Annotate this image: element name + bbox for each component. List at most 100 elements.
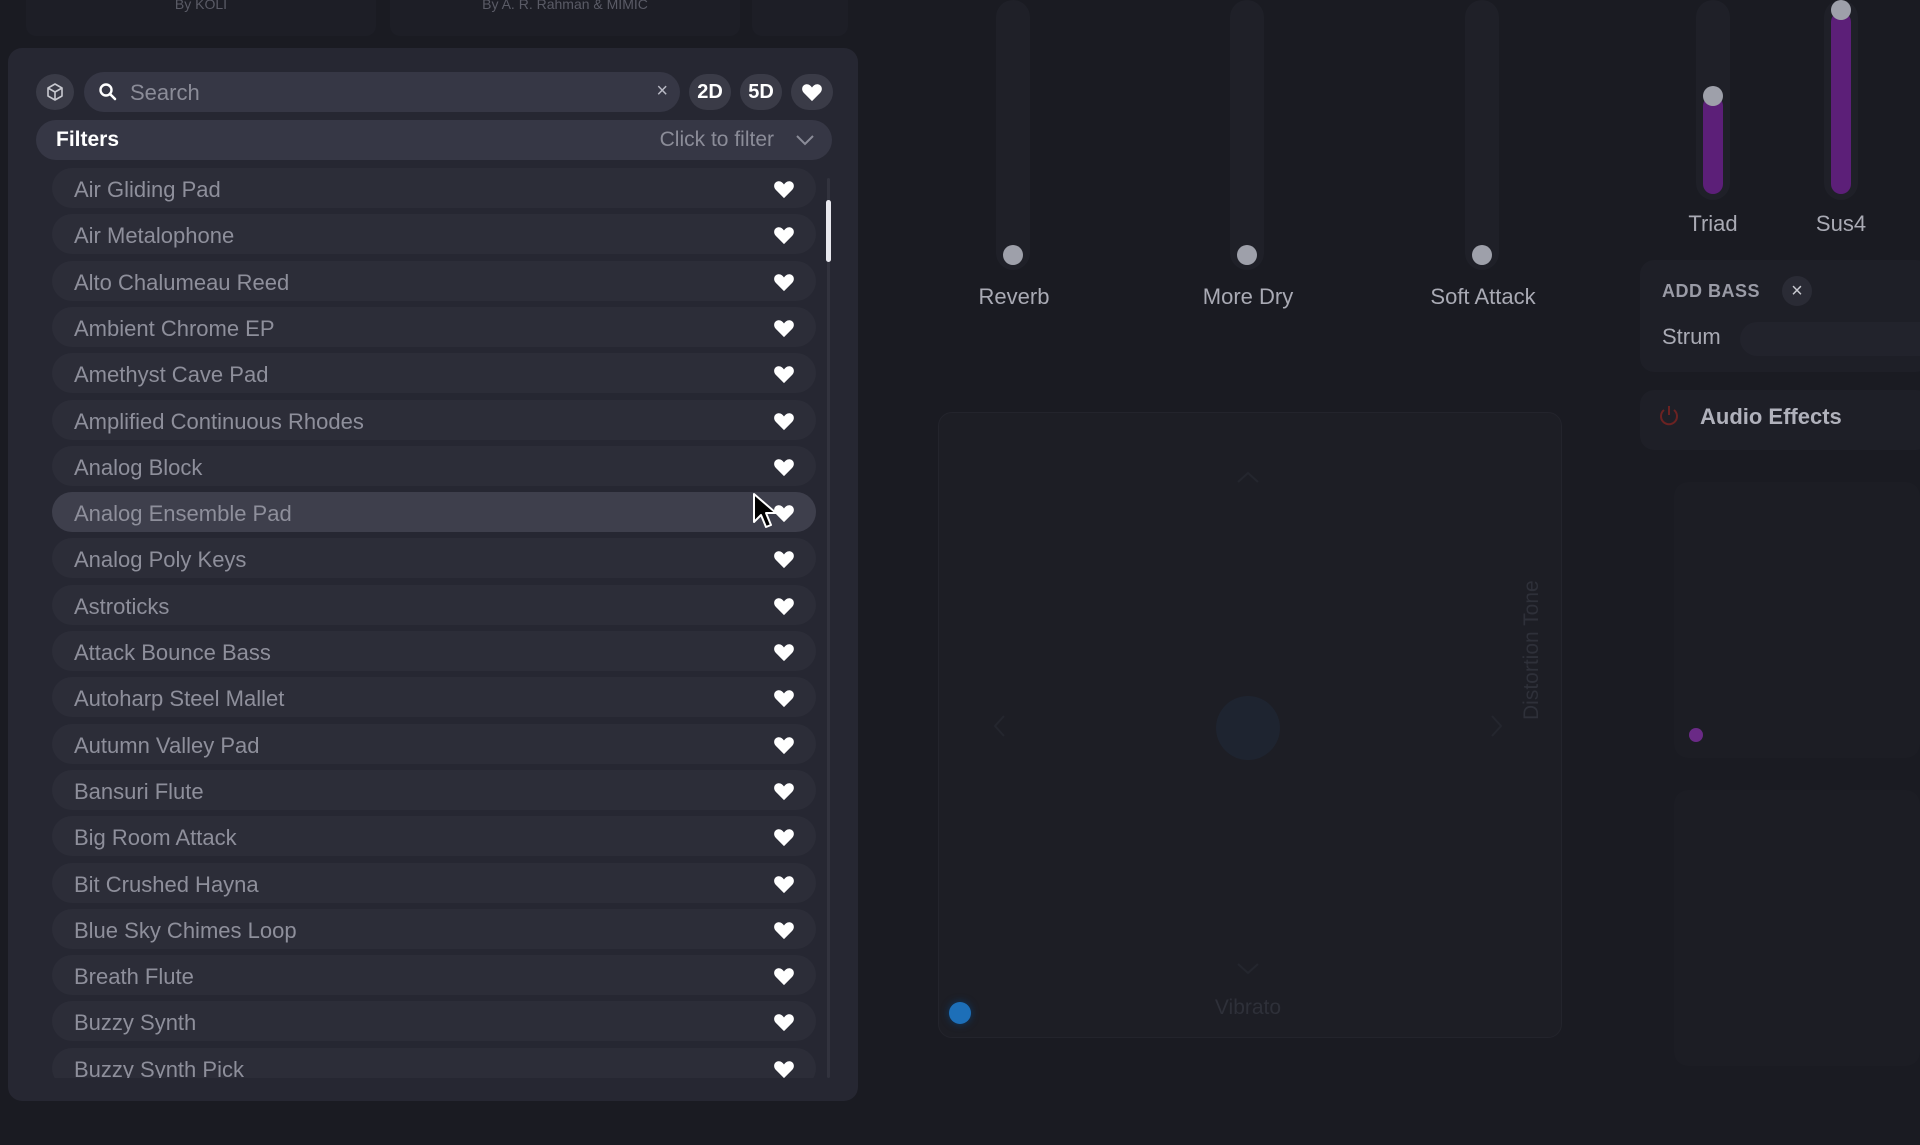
more-dry-slider-knob[interactable] bbox=[1237, 245, 1257, 265]
favorite-heart-icon[interactable] bbox=[773, 874, 795, 894]
add-bass-label: ADD BASS bbox=[1662, 281, 1761, 301]
chevron-up-icon bbox=[1237, 471, 1259, 483]
favorite-heart-icon[interactable] bbox=[773, 1059, 795, 1078]
chevron-left-icon bbox=[993, 715, 1005, 737]
filters-hint: Click to filter bbox=[659, 128, 774, 151]
preset-name: Analog Ensemble Pad bbox=[74, 501, 292, 527]
more-dry-slider[interactable] bbox=[1230, 0, 1264, 270]
favorite-heart-icon[interactable] bbox=[773, 920, 795, 940]
heart-icon bbox=[802, 84, 822, 102]
sound-type-button[interactable] bbox=[36, 74, 74, 110]
favorite-heart-icon[interactable] bbox=[773, 966, 795, 986]
preset-name: Big Room Attack bbox=[74, 825, 237, 851]
add-bass-toggle[interactable]: × bbox=[1782, 276, 1812, 306]
preset-list-item[interactable]: Air Metalophone bbox=[52, 214, 816, 255]
filters-label: Filters bbox=[56, 128, 120, 151]
more-dry-label: More Dry bbox=[1202, 284, 1294, 309]
effect-xy-pad-2[interactable] bbox=[1674, 790, 1920, 1066]
preset-name: Bit Crushed Hayna bbox=[74, 871, 259, 897]
chevron-right-icon bbox=[1491, 715, 1503, 737]
favorite-heart-icon[interactable] bbox=[773, 225, 795, 245]
preset-list-item[interactable]: Attack Bounce Bass bbox=[52, 631, 816, 671]
preset-list-item[interactable]: Autoharp Steel Mallet bbox=[52, 677, 816, 718]
strum-slider[interactable] bbox=[1740, 322, 1920, 356]
preset-card-author: By KOLI bbox=[174, 0, 228, 12]
favorite-heart-icon[interactable] bbox=[773, 411, 795, 431]
preset-list-item[interactable]: Blue Sky Chimes Loop bbox=[52, 908, 816, 949]
mode-2d-button[interactable]: 2D bbox=[689, 74, 731, 110]
preset-list-item[interactable]: Buzzy Synth Pick bbox=[52, 1047, 816, 1078]
xy-pad-handle[interactable] bbox=[949, 1002, 971, 1024]
favorite-heart-icon[interactable] bbox=[773, 596, 795, 616]
preset-name: Bansuri Flute bbox=[74, 778, 204, 804]
preset-list-item[interactable]: Analog Poly Keys bbox=[52, 538, 816, 579]
preset-list-item[interactable]: Astroticks bbox=[52, 584, 816, 625]
sus4-label: Sus4 bbox=[1815, 211, 1867, 236]
strum-label: Strum bbox=[1662, 324, 1721, 349]
favorite-heart-icon[interactable] bbox=[773, 781, 795, 801]
preset-list-item[interactable]: Bit Crushed Hayna bbox=[52, 862, 816, 903]
preset-list-item[interactable]: Buzzy Synth bbox=[52, 1001, 816, 1042]
preset-list-item[interactable]: Big Room Attack bbox=[52, 816, 816, 857]
preset-card[interactable] bbox=[752, 0, 848, 36]
preset-list-item[interactable]: Ambient Chrome EP bbox=[52, 306, 816, 347]
preset-name: Analog Poly Keys bbox=[74, 547, 247, 573]
filters-bar[interactable]: Filters Click to filter bbox=[36, 120, 832, 160]
effect-xy-handle[interactable] bbox=[1689, 728, 1703, 742]
favorite-heart-icon[interactable] bbox=[773, 272, 795, 292]
preset-name: Ambient Chrome EP bbox=[74, 315, 275, 341]
preset-list-item[interactable]: Bansuri Flute bbox=[52, 769, 816, 810]
preset-list-item[interactable]: Amplified Continuous Rhodes bbox=[52, 399, 816, 440]
preset-name: Autumn Valley Pad bbox=[74, 732, 260, 758]
soft-attack-slider[interactable] bbox=[1465, 0, 1499, 270]
favorite-heart-icon[interactable] bbox=[773, 179, 795, 199]
preset-name: Blue Sky Chimes Loop bbox=[74, 917, 297, 943]
power-icon[interactable] bbox=[1656, 403, 1682, 429]
preset-card-author: By A. R. Rahman & MIMIC bbox=[482, 0, 648, 12]
preset-name: Buzzy Synth bbox=[74, 1010, 197, 1036]
sus4-slider-knob[interactable] bbox=[1831, 0, 1851, 20]
preset-list-item[interactable]: Amethyst Cave Pad bbox=[52, 353, 816, 394]
favorite-heart-icon[interactable] bbox=[773, 457, 795, 477]
preset-list-item[interactable]: Breath Flute bbox=[52, 955, 816, 996]
favorite-heart-icon[interactable] bbox=[773, 827, 795, 847]
soft-attack-slider-knob[interactable] bbox=[1472, 245, 1492, 265]
cube-icon bbox=[47, 83, 63, 101]
preset-name: Attack Bounce Bass bbox=[74, 640, 271, 665]
reverb-slider-knob[interactable] bbox=[1003, 245, 1023, 265]
reverb-slider[interactable] bbox=[996, 0, 1030, 270]
soft-attack-label: Soft Attack bbox=[1430, 284, 1536, 309]
preset-list-item[interactable]: Air Gliding Pad bbox=[52, 168, 816, 208]
xy-pad-x-label: Vibrato bbox=[1214, 996, 1282, 1019]
scrollbar-track[interactable] bbox=[827, 178, 830, 1078]
favorite-heart-icon[interactable] bbox=[773, 549, 795, 569]
preset-name: Astroticks bbox=[74, 593, 170, 619]
favorite-heart-icon[interactable] bbox=[773, 1012, 795, 1032]
favorites-filter-button[interactable] bbox=[791, 74, 833, 110]
clear-search-button[interactable]: × bbox=[656, 80, 668, 103]
preset-list-item[interactable]: Analog Block bbox=[52, 445, 816, 486]
favorite-heart-icon[interactable] bbox=[773, 735, 795, 755]
favorite-heart-icon[interactable] bbox=[773, 364, 795, 384]
preset-name: Amplified Continuous Rhodes bbox=[74, 408, 364, 434]
preset-card[interactable]: By A. R. Rahman & MIMIC bbox=[390, 0, 740, 36]
mode-5d-button[interactable]: 5D bbox=[740, 74, 782, 110]
favorite-heart-icon[interactable] bbox=[773, 318, 795, 338]
triad-slider-knob[interactable] bbox=[1703, 86, 1723, 106]
preset-name: Breath Flute bbox=[74, 964, 194, 990]
favorite-heart-icon[interactable] bbox=[773, 642, 795, 662]
preset-list-item[interactable]: Autumn Valley Pad bbox=[52, 723, 816, 764]
preset-name: Buzzy Synth Pick bbox=[74, 1056, 244, 1078]
preset-list-item[interactable]: Alto Chalumeau Reed bbox=[52, 260, 816, 301]
search-box[interactable]: × bbox=[84, 72, 680, 114]
preset-name: Amethyst Cave Pad bbox=[74, 362, 269, 388]
triad-slider-fill bbox=[1703, 96, 1723, 194]
preset-card[interactable]: By KOLI bbox=[26, 0, 376, 36]
sus4-slider-fill bbox=[1831, 12, 1851, 194]
search-input[interactable] bbox=[128, 72, 632, 114]
effect-xy-pad[interactable] bbox=[1674, 482, 1920, 758]
scrollbar-thumb[interactable] bbox=[826, 200, 831, 262]
preset-list-item[interactable]: Analog Ensemble Pad bbox=[52, 492, 816, 533]
reverb-label: Reverb bbox=[978, 284, 1050, 309]
favorite-heart-icon[interactable] bbox=[773, 688, 795, 708]
